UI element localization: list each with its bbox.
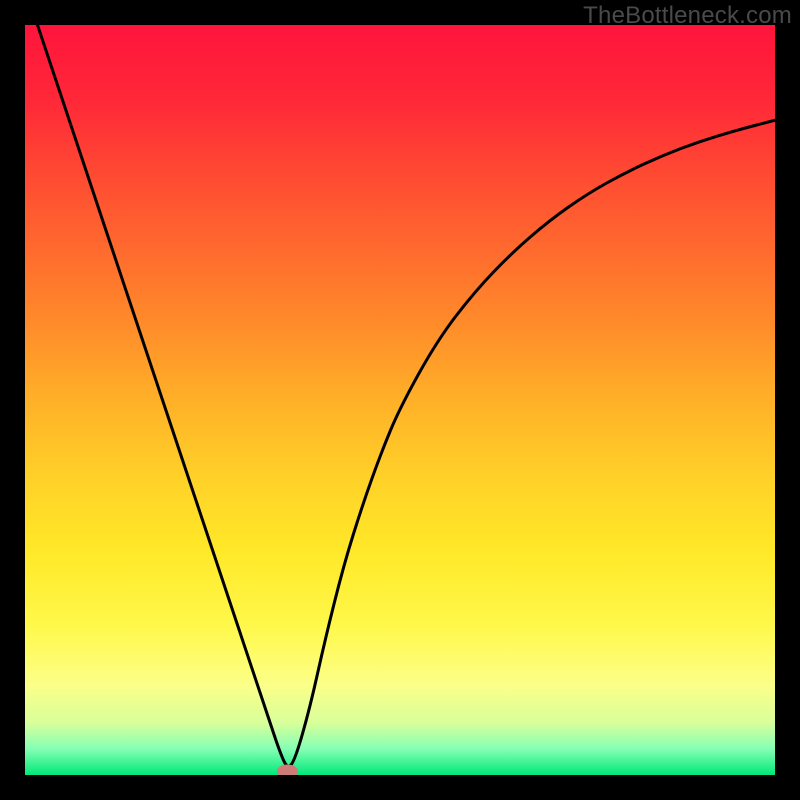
watermark-text: TheBottleneck.com [583, 2, 792, 30]
plot-svg [25, 25, 775, 775]
plot-outer [25, 25, 775, 775]
chart-frame: TheBottleneck.com [0, 0, 800, 800]
plot-background [25, 25, 775, 775]
